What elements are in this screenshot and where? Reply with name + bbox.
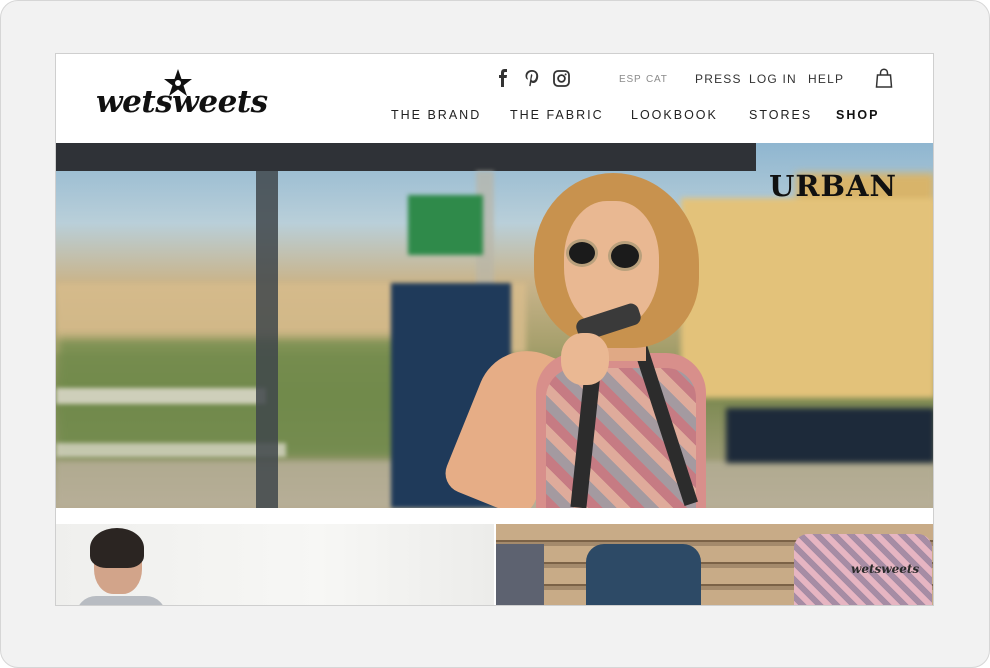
bag-brand-print: wetsweets — [851, 562, 920, 576]
hero-bg-building — [681, 198, 933, 398]
pinterest-icon[interactable] — [522, 68, 542, 88]
sunglasses — [566, 239, 598, 267]
nav-shop[interactable]: SHOP — [836, 108, 879, 122]
hero-bg-rail — [56, 388, 266, 404]
shopping-bag-icon[interactable] — [875, 68, 895, 88]
hero-collection-title: URBAN — [769, 169, 897, 203]
collection-thumbnail[interactable]: wetsweets — [496, 524, 933, 605]
nav-the-fabric[interactable]: THE FABRIC — [510, 108, 604, 122]
hero-bg-rail — [56, 443, 286, 457]
sunglasses — [608, 241, 642, 271]
facebook-icon[interactable] — [493, 68, 513, 88]
hero-bg-bench — [726, 408, 933, 463]
login-link[interactable]: LOG IN — [749, 72, 797, 86]
logo-wordmark: wetsweets — [96, 84, 268, 120]
instagram-icon[interactable] — [551, 68, 571, 88]
hero-banner[interactable]: URBAN — [56, 143, 933, 508]
hero-bg-pillar — [256, 171, 278, 508]
page: wetsweets ESP CAT PRESS LOG IN HELP THE … — [55, 53, 934, 606]
thumbnail-model-body — [76, 596, 166, 605]
site-header: wetsweets ESP CAT PRESS LOG IN HELP THE … — [56, 54, 933, 143]
bag-image — [586, 544, 701, 605]
help-link[interactable]: HELP — [808, 72, 844, 86]
press-link[interactable]: PRESS — [695, 72, 742, 86]
thumbnail-model-hair — [90, 528, 144, 568]
nav-the-brand[interactable]: THE BRAND — [391, 108, 481, 122]
lang-esp[interactable]: ESP — [619, 74, 641, 85]
hero-bg-roof — [56, 143, 756, 171]
collection-thumbnail[interactable] — [56, 524, 494, 605]
nav-stores[interactable]: STORES — [749, 108, 812, 122]
model-hand — [561, 333, 609, 385]
bag-image — [496, 544, 544, 605]
hero-bg-sign — [408, 195, 483, 255]
nav-lookbook[interactable]: LOOKBOOK — [631, 108, 718, 122]
lang-cat[interactable]: CAT — [646, 74, 668, 85]
